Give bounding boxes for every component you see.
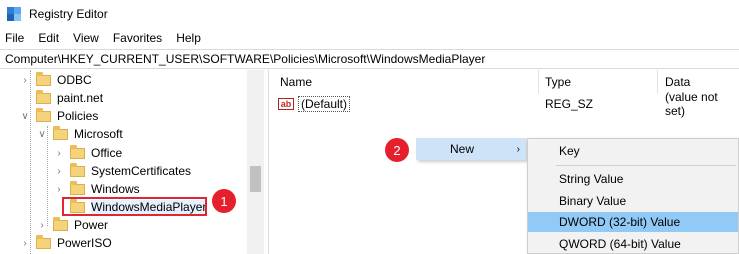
submenu-item-qword-value[interactable]: QWORD (64-bit) Value xyxy=(528,234,738,254)
value-data: (value not set) xyxy=(665,90,718,118)
title-bar: Registry Editor xyxy=(0,0,739,27)
submenu-item-string-value[interactable]: String Value xyxy=(528,169,738,189)
registry-editor-icon xyxy=(7,6,21,21)
menu-favorites[interactable]: Favorites xyxy=(106,31,169,45)
value-row-default[interactable]: ab (Default) REG_SZ (value not set) xyxy=(270,90,739,118)
chevron-right-icon[interactable]: › xyxy=(20,238,30,249)
chevron-right-icon: › xyxy=(516,143,520,155)
tree-item-label: Power xyxy=(74,218,109,232)
tree-item-microsoft[interactable]: ∨ Microsoft xyxy=(37,125,123,143)
tree-item-odbc[interactable]: › ODBC xyxy=(20,71,92,89)
folder-icon xyxy=(70,162,85,177)
tree-item-label: SystemCertificates xyxy=(91,164,192,178)
tree-item-paint-net[interactable]: paint.net xyxy=(20,89,103,107)
chevron-right-icon[interactable]: › xyxy=(54,148,64,159)
chevron-down-icon[interactable]: ∨ xyxy=(37,129,47,140)
step-badge-2: 2 xyxy=(385,138,409,162)
submenu-item-key[interactable]: Key xyxy=(528,141,738,161)
menu-view[interactable]: View xyxy=(66,31,106,45)
pane-splitter[interactable] xyxy=(268,70,269,254)
menu-help[interactable]: Help xyxy=(169,31,208,45)
submenu-item-binary-value[interactable]: Binary Value xyxy=(528,191,738,211)
chevron-right-icon[interactable]: › xyxy=(54,166,64,177)
window-title: Registry Editor xyxy=(29,6,108,21)
tree-item-windows[interactable]: › Windows xyxy=(54,180,140,198)
chevron-down-icon[interactable]: ∨ xyxy=(20,111,30,122)
folder-open-icon xyxy=(36,107,51,122)
context-menu-new[interactable]: New › xyxy=(416,138,526,160)
column-header-type[interactable]: Type xyxy=(545,70,655,94)
folder-icon xyxy=(36,234,51,249)
tree-item-label: ODBC xyxy=(57,73,92,87)
new-submenu: Key String Value Binary Value DWORD (32-… xyxy=(527,138,739,254)
address-path: Computer\HKEY_CURRENT_USER\SOFTWARE\Poli… xyxy=(5,52,486,66)
tree-item-label: paint.net xyxy=(57,91,104,105)
chevron-right-icon[interactable]: › xyxy=(20,75,30,86)
menu-item-label: Key xyxy=(559,144,580,158)
value-type: REG_SZ xyxy=(545,97,594,111)
menu-item-label: String Value xyxy=(559,172,624,186)
menu-item-label: DWORD (32-bit) Value xyxy=(559,215,681,229)
menu-item-label: New xyxy=(450,142,475,156)
value-name: (Default) xyxy=(298,96,351,112)
tree-item-policies[interactable]: ∨ Policies xyxy=(20,107,98,125)
scrollbar-thumb[interactable] xyxy=(250,166,261,192)
column-header-name[interactable]: Name xyxy=(280,70,540,94)
string-value-icon: ab xyxy=(278,98,294,110)
tree-item-power[interactable]: › Power xyxy=(37,216,108,234)
address-bar[interactable]: Computer\HKEY_CURRENT_USER\SOFTWARE\Poli… xyxy=(0,49,739,69)
folder-icon xyxy=(36,89,51,104)
menu-item-label: Binary Value xyxy=(559,194,627,208)
tree-expander-placeholder xyxy=(20,93,30,103)
tree-item-office[interactable]: › Office xyxy=(54,144,122,162)
folder-icon xyxy=(53,216,68,231)
step-badge-1: 1 xyxy=(212,189,236,213)
folder-open-icon xyxy=(53,125,68,140)
tree-item-poweriso[interactable]: › PowerISO xyxy=(20,234,112,252)
folder-icon xyxy=(70,144,85,159)
chevron-right-icon[interactable]: › xyxy=(54,184,64,195)
submenu-item-dword-value[interactable]: DWORD (32-bit) Value xyxy=(528,212,738,232)
chevron-right-icon[interactable]: › xyxy=(37,220,47,231)
menu-item-label: QWORD (64-bit) Value xyxy=(559,237,681,251)
tree-scrollbar[interactable] xyxy=(247,70,264,254)
annotation-highlight-box xyxy=(62,197,207,216)
tree-item-label: Microsoft xyxy=(74,127,123,141)
tree-item-label: Office xyxy=(91,146,123,160)
menu-file[interactable]: File xyxy=(0,31,31,45)
menu-bar: File Edit View Favorites Help xyxy=(0,27,739,48)
tree-item-label: Policies xyxy=(57,109,99,123)
column-separator[interactable] xyxy=(657,70,658,94)
tree-pane[interactable]: › ODBC paint.net ∨ Policies ∨ Microsoft … xyxy=(0,70,264,254)
tree-item-label: Windows xyxy=(91,182,140,196)
folder-icon xyxy=(70,180,85,195)
column-separator[interactable] xyxy=(538,70,539,94)
tree-item-systemcertificates[interactable]: › SystemCertificates xyxy=(54,162,191,180)
tree-item-label: PowerISO xyxy=(57,236,112,250)
menu-separator xyxy=(556,165,736,166)
folder-icon xyxy=(36,71,51,86)
menu-edit[interactable]: Edit xyxy=(31,31,66,45)
